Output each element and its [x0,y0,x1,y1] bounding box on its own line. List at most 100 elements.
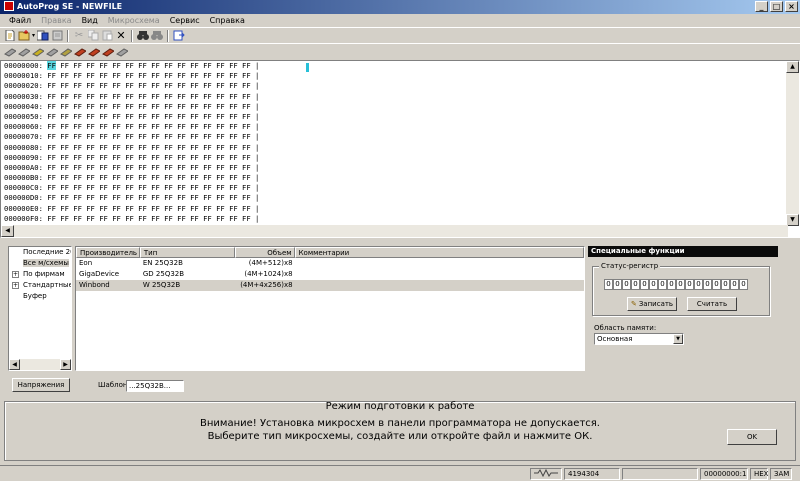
hex-byte[interactable]: FF [242,81,251,90]
hex-byte[interactable]: FF [99,183,108,192]
hex-row[interactable]: 00000060: FF FF FF FF FF FF FF FF FF FF … [1,122,799,132]
hex-byte[interactable]: FF [47,61,56,70]
hex-byte[interactable]: FF [138,204,147,213]
hex-byte[interactable]: FF [125,112,134,121]
hex-byte[interactable]: FF [125,132,134,141]
hex-byte[interactable]: FF [73,204,82,213]
hex-byte[interactable]: FF [60,143,69,152]
status-bit[interactable]: 0 [667,279,676,290]
hex-byte[interactable]: FF [86,193,95,202]
stop-icon[interactable] [88,46,100,58]
print-icon[interactable] [51,30,63,42]
hex-byte[interactable]: FF [99,81,108,90]
column-size[interactable]: Объем [234,247,295,258]
hex-byte[interactable]: FF [203,183,212,192]
hex-byte[interactable]: FF [190,153,199,162]
chip-table[interactable]: Производитель Тип Объем Комментарии Eon … [75,246,585,371]
hex-byte[interactable]: FF [203,173,212,182]
hex-byte[interactable]: FF [112,71,121,80]
status-bit[interactable]: 0 [649,279,658,290]
find-next-icon[interactable] [151,30,164,42]
hex-row[interactable]: 000000F0: FF FF FF FF FF FF FF FF FF FF … [1,214,799,224]
hex-editor[interactable]: 00000000: FF FF FF FF FF FF FF FF FF FF … [0,60,800,238]
hex-byte[interactable]: FF [151,153,160,162]
hex-byte[interactable]: FF [47,112,56,121]
hex-byte[interactable]: FF [138,81,147,90]
hex-byte[interactable]: FF [242,183,251,192]
hex-byte[interactable]: FF [203,193,212,202]
hex-byte[interactable]: FF [203,92,212,101]
hex-byte[interactable]: FF [60,173,69,182]
hex-row[interactable]: 000000B0: FF FF FF FF FF FF FF FF FF FF … [1,173,799,183]
hex-byte[interactable]: FF [177,71,186,80]
status-bit[interactable]: 0 [613,279,622,290]
hex-byte[interactable]: FF [177,102,186,111]
options-icon[interactable] [116,46,128,58]
hex-byte[interactable]: FF [86,112,95,121]
hex-byte[interactable]: FF [164,193,173,202]
hex-byte[interactable]: FF [125,122,134,131]
vertical-scrollbar[interactable]: ▲ ▼ [786,61,799,226]
maximize-button[interactable]: □ [770,1,783,12]
hex-byte[interactable]: FF [164,112,173,121]
write-button[interactable]: ✎ Записать [627,297,677,311]
hex-byte[interactable]: FF [86,214,95,223]
hex-byte[interactable]: FF [164,122,173,131]
status-bit[interactable]: 0 [685,279,694,290]
hex-byte[interactable]: FF [86,92,95,101]
hex-byte[interactable]: FF [73,71,82,80]
hex-byte[interactable]: FF [216,204,225,213]
hex-row[interactable]: 00000050: FF FF FF FF FF FF FF FF FF FF … [1,112,799,122]
hex-byte[interactable]: FF [203,132,212,141]
voltage-button[interactable]: Напряжения [12,378,70,392]
hex-byte[interactable]: FF [112,122,121,131]
hex-byte[interactable]: FF [229,71,238,80]
hex-byte[interactable]: FF [203,153,212,162]
hex-byte[interactable]: FF [73,92,82,101]
hex-byte[interactable]: FF [99,214,108,223]
hex-byte[interactable]: FF [138,132,147,141]
hex-byte[interactable]: FF [203,143,212,152]
hex-byte[interactable]: FF [164,102,173,111]
horizontal-scrollbar[interactable]: ◀ [1,225,788,237]
hex-byte[interactable]: FF [112,102,121,111]
hex-byte[interactable]: FF [86,204,95,213]
hex-byte[interactable]: FF [151,92,160,101]
hex-byte[interactable]: FF [190,81,199,90]
hex-row[interactable]: 00000030: FF FF FF FF FF FF FF FF FF FF … [1,92,799,102]
hex-byte[interactable]: FF [73,81,82,90]
hex-byte[interactable]: FF [164,204,173,213]
hex-byte[interactable]: FF [190,102,199,111]
program-chip-icon[interactable] [60,46,72,58]
hex-byte[interactable]: FF [138,173,147,182]
hex-byte[interactable]: FF [73,143,82,152]
save-as-icon[interactable] [37,30,49,42]
hex-byte[interactable]: FF [47,81,56,90]
hex-byte[interactable]: FF [47,132,56,141]
hex-byte[interactable]: FF [229,183,238,192]
hex-row[interactable]: 00000000: FF FF FF FF FF FF FF FF FF FF … [1,61,799,71]
hex-byte[interactable]: FF [190,173,199,182]
column-comments[interactable]: Комментарии [294,247,584,258]
hex-byte[interactable]: FF [164,173,173,182]
hex-byte[interactable]: FF [216,112,225,121]
hex-byte[interactable]: FF [112,193,121,202]
hex-byte[interactable]: FF [229,102,238,111]
status-bit[interactable]: 0 [604,279,613,290]
hex-byte[interactable]: FF [216,81,225,90]
hex-byte[interactable]: FF [138,163,147,172]
scroll-right-icon[interactable]: ▶ [60,359,71,370]
hex-byte[interactable]: FF [177,193,186,202]
hex-byte[interactable]: FF [190,163,199,172]
hex-byte[interactable]: FF [47,143,56,152]
hex-byte[interactable]: FF [60,122,69,131]
hex-byte[interactable]: FF [177,214,186,223]
hex-row[interactable]: 00000070: FF FF FF FF FF FF FF FF FF FF … [1,132,799,142]
hex-byte[interactable]: FF [190,183,199,192]
hex-byte[interactable]: FF [151,81,160,90]
hex-byte[interactable]: FF [86,132,95,141]
hex-byte[interactable]: FF [190,132,199,141]
goto-icon[interactable] [173,30,185,42]
hex-byte[interactable]: FF [216,92,225,101]
hex-byte[interactable]: FF [229,61,238,70]
